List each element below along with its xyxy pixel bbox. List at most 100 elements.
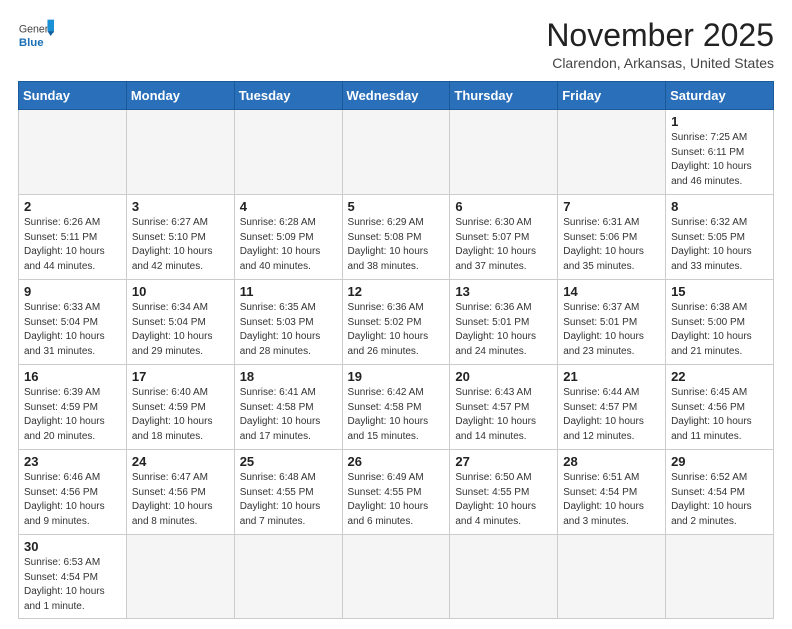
calendar-cell-0-4 xyxy=(450,110,558,195)
day-info: Sunrise: 7:25 AM Sunset: 6:11 PM Dayligh… xyxy=(671,131,768,189)
day-info: Sunrise: 6:40 AM Sunset: 4:59 PM Dayligh… xyxy=(132,386,229,444)
calendar-cell-5-0: 30Sunrise: 6:53 AM Sunset: 4:54 PM Dayli… xyxy=(19,535,127,619)
day-number: 28 xyxy=(563,454,660,469)
calendar-cell-5-1 xyxy=(126,535,234,619)
day-info: Sunrise: 6:36 AM Sunset: 5:02 PM Dayligh… xyxy=(348,301,445,359)
day-number: 24 xyxy=(132,454,229,469)
calendar-cell-3-2: 18 Sunrise: 6:41 AM Sunset: 4:58 PM Dayli… xyxy=(234,365,342,450)
calendar-cell-2-5: 14Sunrise: 6:37 AM Sunset: 5:01 PM Dayli… xyxy=(558,280,666,365)
day-number: 2 xyxy=(24,199,121,214)
calendar-cell-5-6 xyxy=(666,535,774,619)
calendar-cell-0-0 xyxy=(19,110,127,195)
day-number: 21 xyxy=(563,369,660,384)
calendar-cell-3-6: 22 Sunrise: 6:45 AM Sunset: 4:56 PM Dayli… xyxy=(666,365,774,450)
day-info: Sunrise: 6:28 AM Sunset: 5:09 PM Dayligh… xyxy=(240,216,337,274)
col-header-monday: Monday xyxy=(126,82,234,110)
calendar-cell-2-1: 10 Sunrise: 6:34 AM Sunset: 5:04 PM Dayli… xyxy=(126,280,234,365)
calendar-cell-2-0: 9Sunrise: 6:33 AM Sunset: 5:04 PM Daylig… xyxy=(19,280,127,365)
calendar-cell-0-6: 1 Sunrise: 7:25 AM Sunset: 6:11 PM Daylig… xyxy=(666,110,774,195)
day-info: Sunrise: 6:35 AM Sunset: 5:03 PM Dayligh… xyxy=(240,301,337,359)
calendar-cell-4-5: 28 Sunrise: 6:51 AM Sunset: 4:54 PM Dayli… xyxy=(558,450,666,535)
day-info: Sunrise: 6:41 AM Sunset: 4:58 PM Dayligh… xyxy=(240,386,337,444)
day-info: Sunrise: 6:45 AM Sunset: 4:56 PM Dayligh… xyxy=(671,386,768,444)
day-info: Sunrise: 6:42 AM Sunset: 4:58 PM Dayligh… xyxy=(348,386,445,444)
day-info: Sunrise: 6:50 AM Sunset: 4:55 PM Dayligh… xyxy=(455,471,552,529)
calendar-cell-4-3: 26Sunrise: 6:49 AM Sunset: 4:55 PM Dayli… xyxy=(342,450,450,535)
location: Clarendon, Arkansas, United States xyxy=(546,55,774,71)
calendar-cell-3-4: 20 Sunrise: 6:43 AM Sunset: 4:57 PM Dayli… xyxy=(450,365,558,450)
calendar-cell-2-3: 12 Sunrise: 6:36 AM Sunset: 5:02 PM Dayli… xyxy=(342,280,450,365)
day-info: Sunrise: 6:27 AM Sunset: 5:10 PM Dayligh… xyxy=(132,216,229,274)
day-info: Sunrise: 6:38 AM Sunset: 5:00 PM Dayligh… xyxy=(671,301,768,359)
day-number: 17 xyxy=(132,369,229,384)
page: General Blue November 2025 Clarendon, Ar… xyxy=(0,0,792,629)
week-row-5: 23Sunrise: 6:46 AM Sunset: 4:56 PM Dayli… xyxy=(19,450,774,535)
day-info: Sunrise: 6:36 AM Sunset: 5:01 PM Dayligh… xyxy=(455,301,552,359)
title-block: November 2025 Clarendon, Arkansas, Unite… xyxy=(546,18,774,71)
calendar-cell-3-3: 19 Sunrise: 6:42 AM Sunset: 4:58 PM Dayli… xyxy=(342,365,450,450)
day-number: 29 xyxy=(671,454,768,469)
col-header-friday: Friday xyxy=(558,82,666,110)
day-info: Sunrise: 6:26 AM Sunset: 5:11 PM Dayligh… xyxy=(24,216,121,274)
day-number: 15 xyxy=(671,284,768,299)
day-number: 27 xyxy=(455,454,552,469)
day-number: 7 xyxy=(563,199,660,214)
calendar-cell-0-1 xyxy=(126,110,234,195)
day-number: 11 xyxy=(240,284,337,299)
day-number: 18 xyxy=(240,369,337,384)
day-info: Sunrise: 6:34 AM Sunset: 5:04 PM Dayligh… xyxy=(132,301,229,359)
calendar-cell-0-3 xyxy=(342,110,450,195)
header: General Blue November 2025 Clarendon, Ar… xyxy=(18,18,774,71)
day-number: 22 xyxy=(671,369,768,384)
day-number: 9 xyxy=(24,284,121,299)
calendar-cell-5-3 xyxy=(342,535,450,619)
col-header-tuesday: Tuesday xyxy=(234,82,342,110)
calendar-cell-2-6: 15 Sunrise: 6:38 AM Sunset: 5:00 PM Dayli… xyxy=(666,280,774,365)
calendar-cell-5-5 xyxy=(558,535,666,619)
day-number: 25 xyxy=(240,454,337,469)
calendar-cell-1-1: 3 Sunrise: 6:27 AM Sunset: 5:10 PM Daylig… xyxy=(126,195,234,280)
calendar-cell-3-0: 16 Sunrise: 6:39 AM Sunset: 4:59 PM Dayli… xyxy=(19,365,127,450)
day-number: 20 xyxy=(455,369,552,384)
day-info: Sunrise: 6:39 AM Sunset: 4:59 PM Dayligh… xyxy=(24,386,121,444)
day-number: 5 xyxy=(348,199,445,214)
week-row-4: 16 Sunrise: 6:39 AM Sunset: 4:59 PM Dayli… xyxy=(19,365,774,450)
calendar-cell-1-3: 5 Sunrise: 6:29 AM Sunset: 5:08 PM Daylig… xyxy=(342,195,450,280)
calendar-header-row: SundayMondayTuesdayWednesdayThursdayFrid… xyxy=(19,82,774,110)
week-row-6: 30Sunrise: 6:53 AM Sunset: 4:54 PM Dayli… xyxy=(19,535,774,619)
day-number: 13 xyxy=(455,284,552,299)
calendar-cell-4-4: 27 Sunrise: 6:50 AM Sunset: 4:55 PM Dayli… xyxy=(450,450,558,535)
day-info: Sunrise: 6:51 AM Sunset: 4:54 PM Dayligh… xyxy=(563,471,660,529)
day-number: 12 xyxy=(348,284,445,299)
col-header-thursday: Thursday xyxy=(450,82,558,110)
calendar-cell-3-1: 17 Sunrise: 6:40 AM Sunset: 4:59 PM Dayli… xyxy=(126,365,234,450)
col-header-saturday: Saturday xyxy=(666,82,774,110)
day-number: 3 xyxy=(132,199,229,214)
calendar-cell-5-4 xyxy=(450,535,558,619)
calendar-cell-2-4: 13 Sunrise: 6:36 AM Sunset: 5:01 PM Dayli… xyxy=(450,280,558,365)
calendar-cell-1-4: 6Sunrise: 6:30 AM Sunset: 5:07 PM Daylig… xyxy=(450,195,558,280)
logo: General Blue xyxy=(18,18,58,54)
calendar-cell-1-0: 2 Sunrise: 6:26 AM Sunset: 5:11 PM Daylig… xyxy=(19,195,127,280)
day-info: Sunrise: 6:43 AM Sunset: 4:57 PM Dayligh… xyxy=(455,386,552,444)
calendar-cell-4-2: 25 Sunrise: 6:48 AM Sunset: 4:55 PM Dayli… xyxy=(234,450,342,535)
day-number: 23 xyxy=(24,454,121,469)
day-number: 6 xyxy=(455,199,552,214)
col-header-wednesday: Wednesday xyxy=(342,82,450,110)
week-row-3: 9Sunrise: 6:33 AM Sunset: 5:04 PM Daylig… xyxy=(19,280,774,365)
day-number: 4 xyxy=(240,199,337,214)
calendar-cell-5-2 xyxy=(234,535,342,619)
day-info: Sunrise: 6:37 AM Sunset: 5:01 PM Dayligh… xyxy=(563,301,660,359)
day-number: 10 xyxy=(132,284,229,299)
day-number: 16 xyxy=(24,369,121,384)
day-number: 19 xyxy=(348,369,445,384)
calendar-cell-3-5: 21Sunrise: 6:44 AM Sunset: 4:57 PM Dayli… xyxy=(558,365,666,450)
col-header-sunday: Sunday xyxy=(19,82,127,110)
calendar-cell-1-2: 4 Sunrise: 6:28 AM Sunset: 5:09 PM Daylig… xyxy=(234,195,342,280)
day-info: Sunrise: 6:29 AM Sunset: 5:08 PM Dayligh… xyxy=(348,216,445,274)
day-info: Sunrise: 6:32 AM Sunset: 5:05 PM Dayligh… xyxy=(671,216,768,274)
day-info: Sunrise: 6:48 AM Sunset: 4:55 PM Dayligh… xyxy=(240,471,337,529)
day-number: 1 xyxy=(671,114,768,129)
month-title: November 2025 xyxy=(546,18,774,53)
day-info: Sunrise: 6:52 AM Sunset: 4:54 PM Dayligh… xyxy=(671,471,768,529)
